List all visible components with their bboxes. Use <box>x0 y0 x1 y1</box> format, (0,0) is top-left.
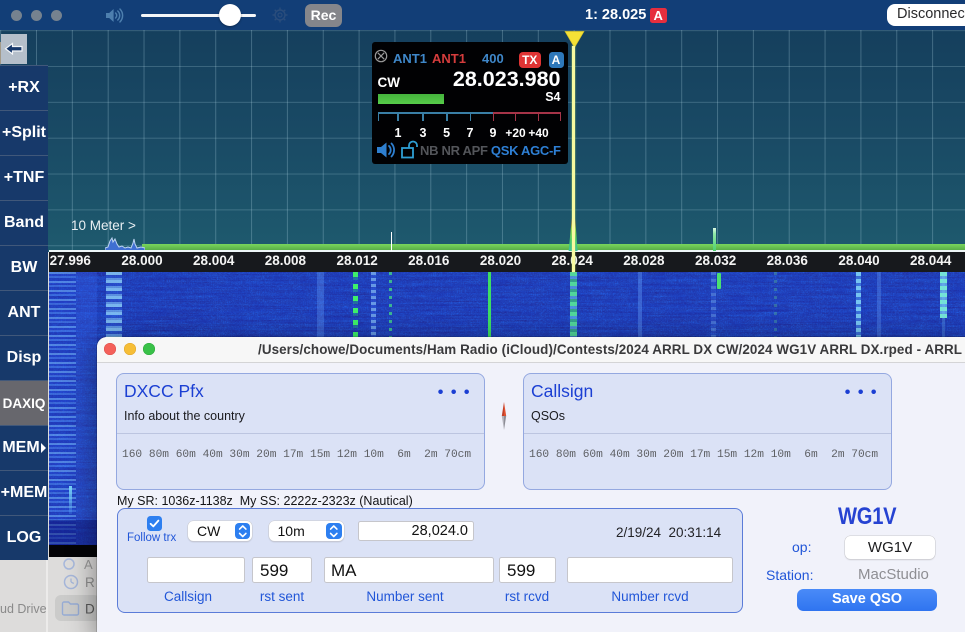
svg-text:A: A <box>84 557 93 570</box>
svg-text:R: R <box>85 575 95 590</box>
svg-text:D: D <box>85 602 95 617</box>
